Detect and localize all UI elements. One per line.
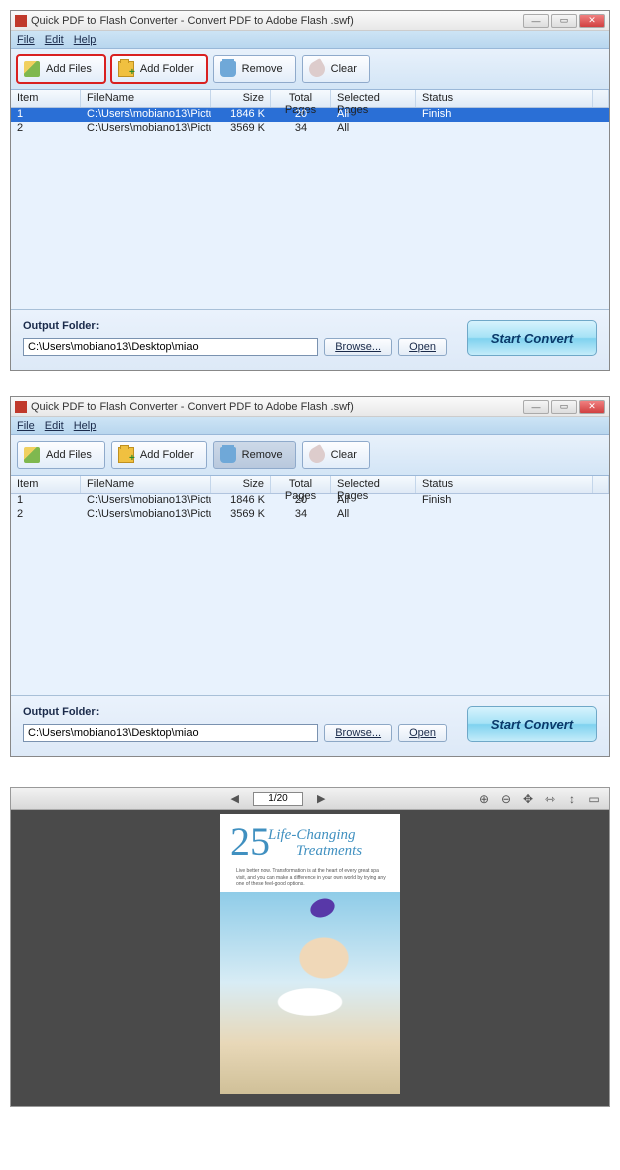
menu-help[interactable]: Help bbox=[74, 34, 97, 46]
add-folder-button[interactable]: Add Folder bbox=[111, 55, 207, 83]
table-row[interactable]: 2 C:\Users\mobiano13\Pictures\... 3569 K… bbox=[11, 122, 609, 136]
remove-label: Remove bbox=[242, 63, 283, 75]
table-row[interactable]: 2 C:\Users\mobiano13\Pictures\... 3569 K… bbox=[11, 508, 609, 522]
table-row[interactable]: 1 C:\Users\mobiano13\Pictures\... 1846 K… bbox=[11, 108, 609, 122]
browse-button[interactable]: Browse... bbox=[324, 338, 392, 356]
window-title: Quick PDF to Flash Converter - Convert P… bbox=[31, 15, 354, 27]
add-files-icon bbox=[24, 447, 40, 463]
col-total-pages[interactable]: Total Pages bbox=[271, 476, 331, 493]
maximize-button[interactable]: ▭ bbox=[551, 14, 577, 28]
clear-button[interactable]: Clear bbox=[302, 441, 370, 469]
table-header: Item FileName Size Total Pages Selected … bbox=[11, 476, 609, 494]
add-files-label: Add Files bbox=[46, 449, 92, 461]
close-button[interactable]: ✕ bbox=[579, 14, 605, 28]
remove-button[interactable]: Remove bbox=[213, 441, 296, 469]
start-convert-button[interactable]: Start Convert bbox=[467, 706, 597, 742]
menu-file[interactable]: File bbox=[17, 420, 35, 432]
open-button[interactable]: Open bbox=[398, 724, 447, 742]
col-selected-pages[interactable]: Selected Pages bbox=[331, 90, 416, 107]
add-folder-label: Add Folder bbox=[140, 449, 194, 461]
output-folder-input[interactable] bbox=[23, 338, 318, 356]
maximize-button[interactable]: ▭ bbox=[551, 400, 577, 414]
clear-button[interactable]: Clear bbox=[302, 55, 370, 83]
output-folder-input[interactable] bbox=[23, 724, 318, 742]
app-window-2: Quick PDF to Flash Converter - Convert P… bbox=[10, 396, 610, 757]
zoom-out-icon[interactable]: ⊖ bbox=[499, 792, 513, 806]
col-selected-pages[interactable]: Selected Pages bbox=[331, 476, 416, 493]
toolbar: Add Files Add Folder Remove Clear bbox=[11, 49, 609, 90]
clear-icon bbox=[306, 58, 328, 80]
doc-number: 25 bbox=[230, 824, 270, 860]
clear-label: Clear bbox=[331, 63, 357, 75]
output-section: Output Folder: Browse... Open Start Conv… bbox=[11, 696, 609, 756]
menu-edit[interactable]: Edit bbox=[45, 34, 64, 46]
add-folder-icon bbox=[118, 61, 134, 77]
browse-button[interactable]: Browse... bbox=[324, 724, 392, 742]
menubar: File Edit Help bbox=[11, 417, 609, 435]
clear-icon bbox=[306, 444, 328, 466]
app-icon bbox=[15, 401, 27, 413]
fit-height-icon[interactable]: ↕ bbox=[565, 792, 579, 806]
app-icon bbox=[15, 15, 27, 27]
prev-page-button[interactable]: ◀ bbox=[227, 792, 243, 805]
remove-label: Remove bbox=[242, 449, 283, 461]
doc-title: Life-Changing Treatments bbox=[268, 828, 362, 860]
doc-figure bbox=[240, 914, 380, 1024]
output-folder-label: Output Folder: bbox=[23, 706, 447, 718]
menu-file[interactable]: File bbox=[17, 34, 35, 46]
col-status[interactable]: Status bbox=[416, 476, 593, 493]
file-table: Item FileName Size Total Pages Selected … bbox=[11, 476, 609, 696]
table-row[interactable]: 1 C:\Users\mobiano13\Pictures\... 1846 K… bbox=[11, 494, 609, 508]
add-folder-icon bbox=[118, 447, 134, 463]
minimize-button[interactable]: — bbox=[523, 14, 549, 28]
col-size[interactable]: Size bbox=[211, 476, 271, 493]
remove-button[interactable]: Remove bbox=[213, 55, 296, 83]
start-convert-button[interactable]: Start Convert bbox=[467, 320, 597, 356]
titlebar[interactable]: Quick PDF to Flash Converter - Convert P… bbox=[11, 11, 609, 31]
scrollbar-header bbox=[593, 90, 609, 107]
col-item[interactable]: Item bbox=[11, 90, 81, 107]
zoom-in-icon[interactable]: ⊕ bbox=[477, 792, 491, 806]
table-header: Item FileName Size Total Pages Selected … bbox=[11, 90, 609, 108]
close-button[interactable]: ✕ bbox=[579, 400, 605, 414]
page-indicator-input[interactable] bbox=[253, 792, 303, 806]
add-folder-label: Add Folder bbox=[140, 63, 194, 75]
viewer-body[interactable]: 25 Life-Changing Treatments Live better … bbox=[11, 810, 609, 1106]
next-page-button[interactable]: ▶ bbox=[313, 792, 329, 805]
minimize-button[interactable]: — bbox=[523, 400, 549, 414]
col-filename[interactable]: FileName bbox=[81, 476, 211, 493]
viewer-toolbar: ◀ ▶ ⊕ ⊖ ✥ ⇿ ↕ ▭ bbox=[11, 788, 609, 810]
fullscreen-icon[interactable]: ▭ bbox=[587, 792, 601, 806]
menu-edit[interactable]: Edit bbox=[45, 420, 64, 432]
output-section: Output Folder: Browse... Open Start Conv… bbox=[11, 310, 609, 370]
file-table: Item FileName Size Total Pages Selected … bbox=[11, 90, 609, 310]
add-files-button[interactable]: Add Files bbox=[17, 441, 105, 469]
add-files-button[interactable]: Add Files bbox=[17, 55, 105, 83]
col-size[interactable]: Size bbox=[211, 90, 271, 107]
open-button[interactable]: Open bbox=[398, 338, 447, 356]
col-total-pages[interactable]: Total Pages bbox=[271, 90, 331, 107]
titlebar[interactable]: Quick PDF to Flash Converter - Convert P… bbox=[11, 397, 609, 417]
remove-icon bbox=[220, 61, 236, 77]
window-title: Quick PDF to Flash Converter - Convert P… bbox=[31, 401, 354, 413]
add-files-label: Add Files bbox=[46, 63, 92, 75]
add-files-icon bbox=[24, 61, 40, 77]
col-item[interactable]: Item bbox=[11, 476, 81, 493]
clear-label: Clear bbox=[331, 449, 357, 461]
col-status[interactable]: Status bbox=[416, 90, 593, 107]
col-filename[interactable]: FileName bbox=[81, 90, 211, 107]
output-folder-label: Output Folder: bbox=[23, 320, 447, 332]
menubar: File Edit Help bbox=[11, 31, 609, 49]
flash-viewer: ◀ ▶ ⊕ ⊖ ✥ ⇿ ↕ ▭ 25 Life-Changing Treatme… bbox=[10, 787, 610, 1107]
doc-subtitle: Live better now. Transformation is at th… bbox=[236, 868, 390, 888]
fit-width-icon[interactable]: ⇿ bbox=[543, 792, 557, 806]
move-icon[interactable]: ✥ bbox=[521, 792, 535, 806]
menu-help[interactable]: Help bbox=[74, 420, 97, 432]
toolbar: Add Files Add Folder Remove Clear bbox=[11, 435, 609, 476]
app-window-1: Quick PDF to Flash Converter - Convert P… bbox=[10, 10, 610, 371]
remove-icon bbox=[220, 447, 236, 463]
page-preview: 25 Life-Changing Treatments Live better … bbox=[220, 814, 400, 1094]
scrollbar-header bbox=[593, 476, 609, 493]
add-folder-button[interactable]: Add Folder bbox=[111, 441, 207, 469]
